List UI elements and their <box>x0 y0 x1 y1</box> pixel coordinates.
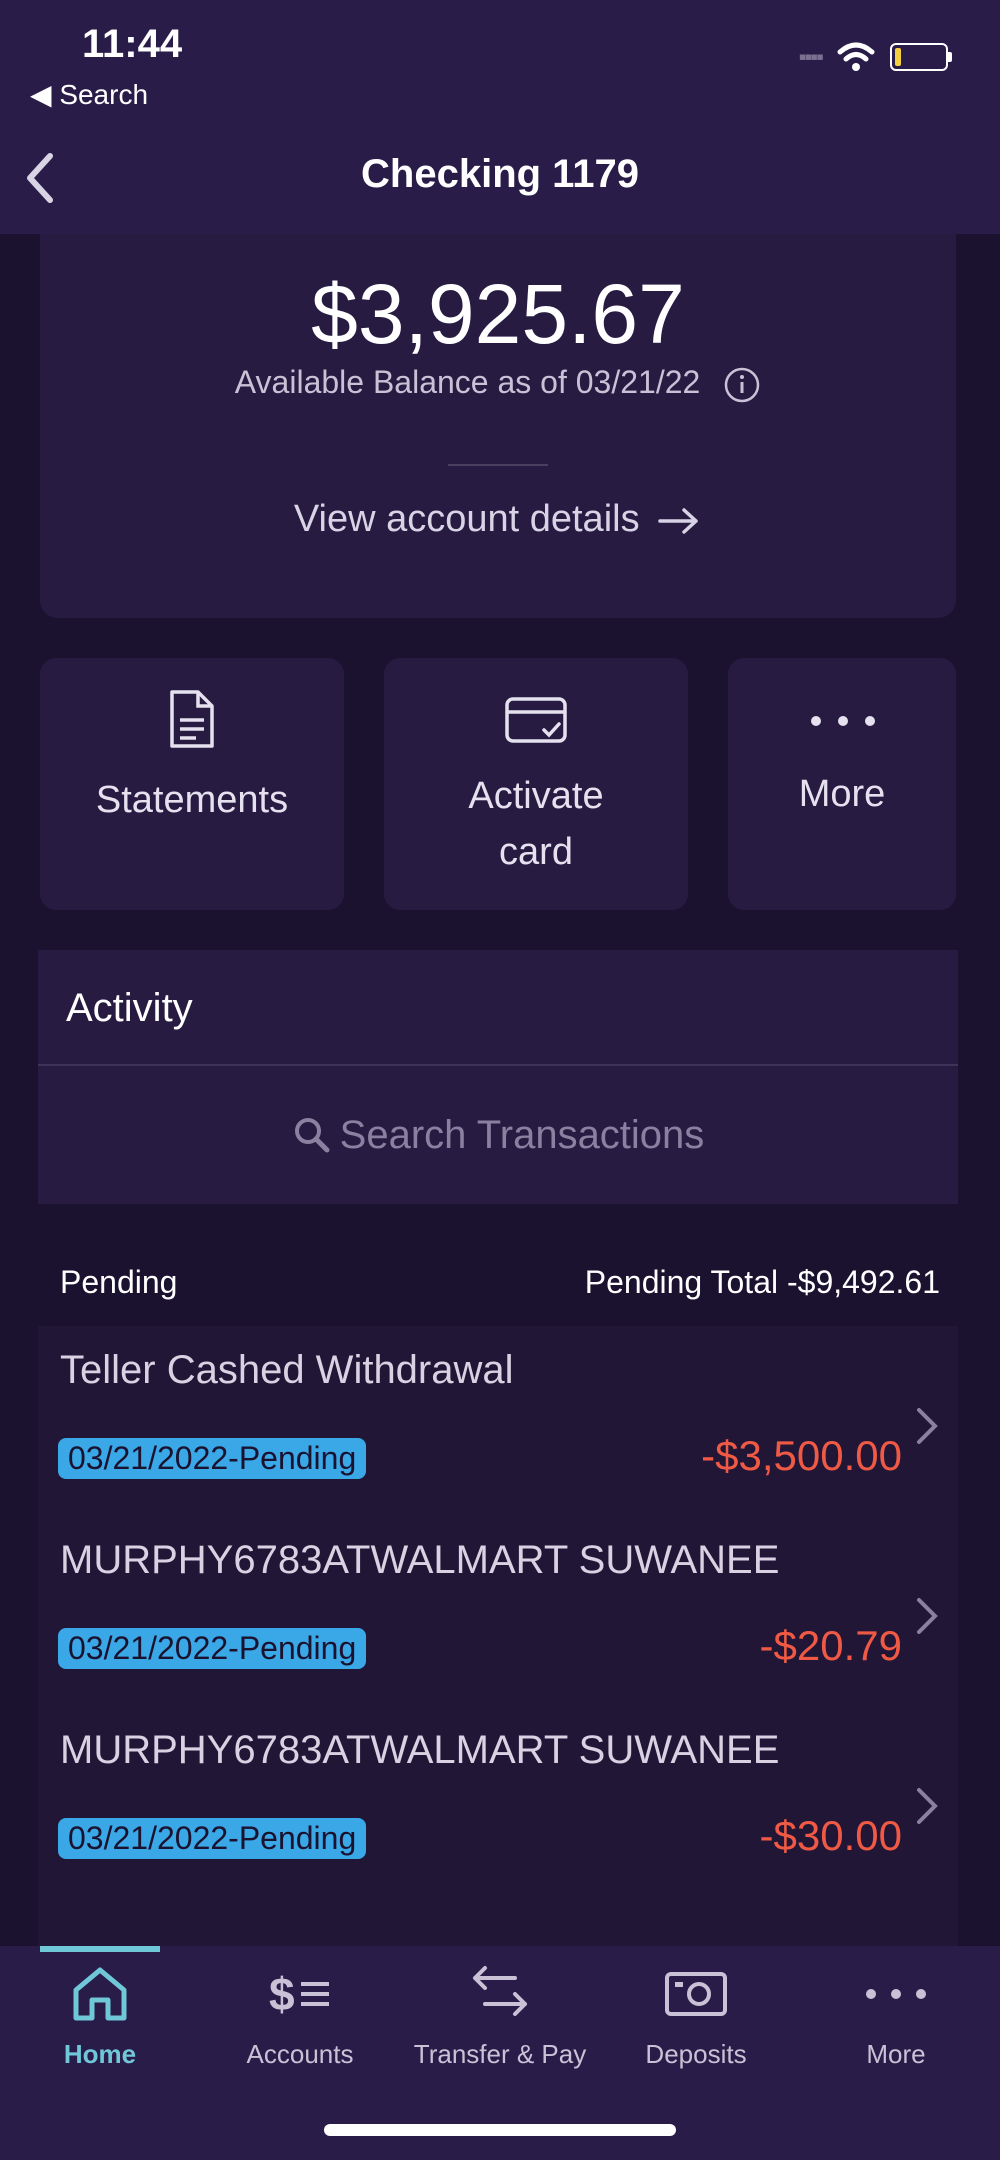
activate-card-text: Activate card <box>468 775 604 873</box>
activity-card: Activity Search Transactions <box>38 950 958 1204</box>
home-icon <box>73 1967 127 2021</box>
nav-transfer-pay-label: Transfer & Pay <box>413 2039 587 2069</box>
transaction-name: MURPHY6783ATWALMART SUWANEE <box>60 1538 780 1582</box>
nav-deposits[interactable]: Deposits <box>626 1964 766 2070</box>
nav-accounts-label: Accounts <box>246 2039 354 2069</box>
camera-icon <box>665 1972 727 2016</box>
balance-amount: $3,925.67 <box>311 267 685 361</box>
search-placeholder: Search Transactions <box>339 1112 705 1157</box>
more-actions-button[interactable]: More <box>728 658 956 910</box>
chevron-right-icon <box>917 1408 938 1444</box>
home-indicator <box>324 2124 676 2136</box>
accounts-icon: $ <box>269 1968 329 2020</box>
status-back-link[interactable]: ◀ Search <box>30 78 148 111</box>
nav-more[interactable]: More <box>846 1964 946 2070</box>
transaction-amount: -$3,500.00 <box>701 1432 902 1479</box>
pending-total: Pending Total -$9,492.61 <box>584 1264 940 1300</box>
card-check-icon <box>505 697 567 743</box>
search-icon <box>294 1118 330 1153</box>
status-badge: 03/21/2022-Pending <box>58 1628 367 1669</box>
transaction-row[interactable]: Teller Cashed Withdrawal 03/21/2022-Pend… <box>38 1326 958 1516</box>
arrow-right-icon <box>658 508 698 534</box>
nav-transfer-pay[interactable]: Transfer & Pay <box>400 1964 600 2070</box>
wifi-icon <box>837 42 875 71</box>
search-transactions-input[interactable]: Search Transactions <box>38 1066 958 1204</box>
balance-card: $3,925.67 Available Balance as of 03/21/… <box>40 234 956 618</box>
info-icon[interactable] <box>723 366 761 404</box>
more-actions-label: More <box>798 773 886 815</box>
transaction-name: Teller Cashed Withdrawal <box>60 1348 514 1392</box>
transaction-list: Teller Cashed Withdrawal 03/21/2022-Pend… <box>38 1326 958 1946</box>
chevron-right-icon <box>917 1788 938 1824</box>
status-time: 11:44 <box>82 22 183 66</box>
nav-more-label: More <box>866 2039 926 2069</box>
nav-home[interactable]: Home <box>40 1964 160 2070</box>
pending-label: Pending <box>60 1264 178 1300</box>
activate-card-label: Activate card <box>384 768 688 880</box>
statements-label: Statements <box>95 779 289 821</box>
transaction-row[interactable]: MURPHY6783ATWALMART SUWANEE 03/21/2022-P… <box>38 1516 958 1706</box>
transaction-row[interactable]: MURPHY6783ATWALMART SUWANEE 03/21/2022-P… <box>38 1706 958 1896</box>
status-badge: 03/21/2022-Pending <box>58 1818 367 1859</box>
activate-card-button[interactable]: Activate card <box>384 658 688 910</box>
active-tab-indicator <box>40 1946 160 1952</box>
activity-title: Activity <box>66 986 193 1030</box>
page-title: Checking 1179 <box>361 152 639 196</box>
battery-icon <box>890 43 952 71</box>
nav-deposits-label: Deposits <box>645 2039 747 2069</box>
transfer-icon <box>473 1966 527 2016</box>
balance-caption: Available Balance as of 03/21/22 <box>40 364 956 404</box>
transaction-amount: -$30.00 <box>759 1812 902 1859</box>
pending-header: Pending Pending Total -$9,492.61 <box>60 1264 940 1301</box>
balance-caption-text: Available Balance as of 03/21/22 <box>234 364 701 400</box>
transaction-name: MURPHY6783ATWALMART SUWANEE <box>60 1728 780 1772</box>
view-account-details-link[interactable]: View account details <box>40 498 956 541</box>
view-account-details-label: View account details <box>293 498 640 540</box>
ellipsis-icon <box>811 716 875 726</box>
signal-icon: ▪▪▪▪ <box>798 44 824 69</box>
nav-accounts[interactable]: $ Accounts <box>230 1964 370 2070</box>
more-icon <box>866 1989 926 1999</box>
transaction-amount: -$20.79 <box>759 1622 902 1669</box>
chevron-right-icon <box>917 1598 938 1634</box>
document-icon <box>170 690 214 748</box>
app-header: 11:44 ◀ Search ▪▪▪▪ Checking 1179 <box>0 0 1000 234</box>
svg-text:$: $ <box>269 1968 295 2020</box>
statements-button[interactable]: Statements <box>40 658 344 910</box>
status-icons: ▪▪▪▪ <box>798 42 952 72</box>
status-badge: 03/21/2022-Pending <box>58 1438 367 1479</box>
nav-home-label: Home <box>63 2039 137 2069</box>
divider <box>448 464 548 466</box>
